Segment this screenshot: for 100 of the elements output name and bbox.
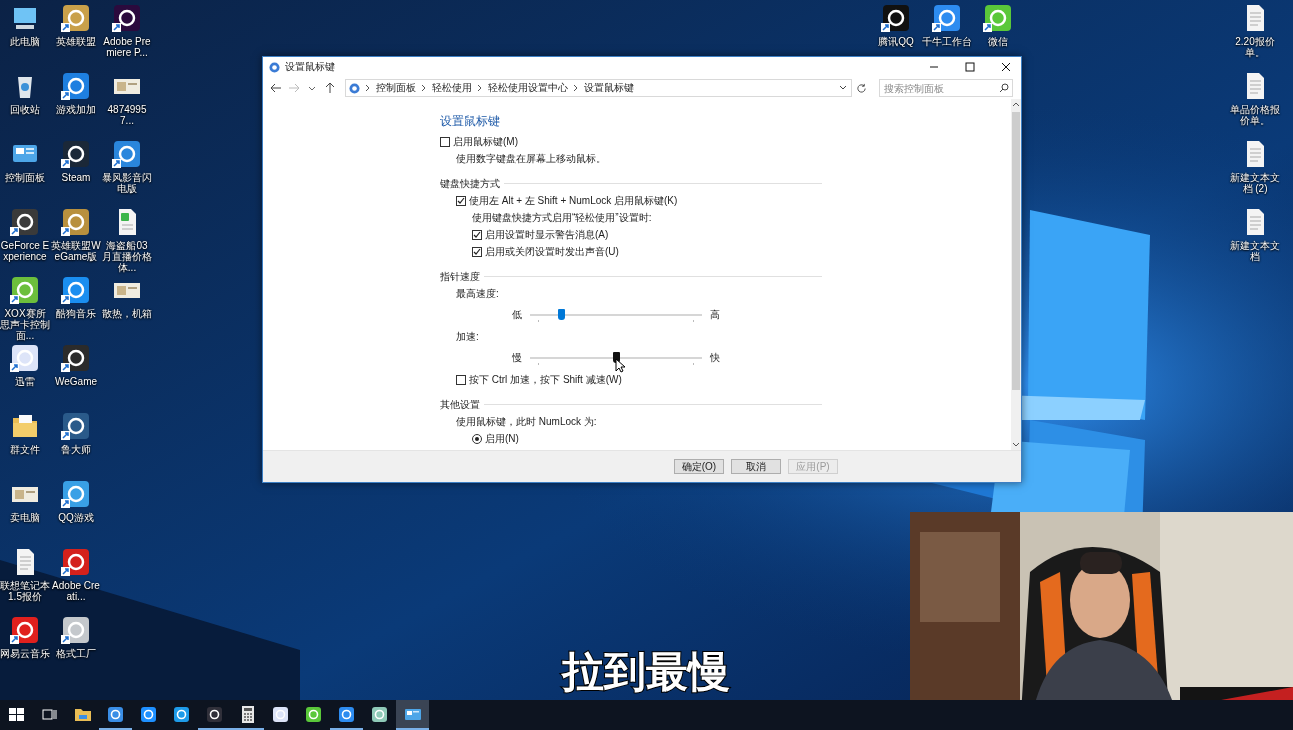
checkbox-label[interactable]: 启用设置时显示警告消息(A) bbox=[485, 227, 609, 242]
icon-label: 控制面板 bbox=[4, 172, 46, 183]
icon-label: GeForce Experience bbox=[0, 240, 50, 262]
slider[interactable] bbox=[530, 308, 702, 322]
app-icon[interactable] bbox=[983, 3, 1013, 33]
icon-label: 2.20报价单。 bbox=[1234, 36, 1276, 58]
radio-label[interactable]: 启用(N) bbox=[485, 431, 519, 446]
checkbox-label[interactable]: 按下 Ctrl 加速，按下 Shift 减速(W) bbox=[469, 372, 622, 387]
taskbar-button[interactable] bbox=[396, 700, 429, 730]
back-arrow-icon[interactable] bbox=[269, 81, 283, 95]
section-title: 指针速度 bbox=[440, 269, 480, 284]
icon-label: 卖电脑 bbox=[9, 512, 41, 523]
up-arrow-icon[interactable] bbox=[323, 81, 337, 95]
slider-max-label: 高 bbox=[709, 308, 721, 322]
section-title: 键盘快捷方式 bbox=[440, 176, 500, 191]
checkbox-label[interactable]: 使用左 Alt + 左 Shift + NumLock 启用鼠标键(K) bbox=[469, 193, 678, 208]
icon-label: 此电脑 bbox=[9, 36, 41, 47]
option-text: 加速: bbox=[456, 329, 479, 344]
mouse-cursor-icon bbox=[615, 358, 625, 373]
dialog-button[interactable]: 取消 bbox=[731, 459, 781, 474]
maximize-icon bbox=[962, 61, 977, 73]
control-panel-icon bbox=[269, 61, 280, 73]
chevron-icon bbox=[476, 83, 484, 93]
icon-label: 格式工厂 bbox=[55, 648, 97, 659]
app-icon[interactable] bbox=[61, 139, 91, 169]
icon-label: 英雄联盟 bbox=[55, 36, 97, 47]
checkbox[interactable] bbox=[472, 246, 482, 257]
slider-max-label: 快 bbox=[709, 351, 721, 365]
app-icon[interactable] bbox=[61, 411, 91, 441]
app-icon[interactable] bbox=[10, 343, 40, 373]
checkbox-label[interactable]: 启用鼠标键(M) bbox=[453, 134, 518, 149]
app-icon[interactable] bbox=[61, 615, 91, 645]
icon-label: XOX赛所思声卡控制面... bbox=[0, 308, 50, 341]
checkbox[interactable] bbox=[440, 136, 450, 147]
icon-label: 腾讯QQ bbox=[877, 36, 915, 47]
checkbox[interactable] bbox=[456, 195, 466, 206]
subtitle: 拉到最慢 bbox=[562, 648, 730, 695]
app-icon[interactable] bbox=[10, 615, 40, 645]
icon-label: 网易云音乐 bbox=[0, 648, 50, 659]
icon-label: 英雄联盟WeGame版 bbox=[51, 240, 101, 262]
icon-label: Steam bbox=[60, 172, 92, 183]
app-icon[interactable] bbox=[61, 343, 91, 373]
icon-label: 48749957... bbox=[106, 104, 148, 126]
breadcrumb[interactable]: 控制面板 bbox=[376, 81, 416, 95]
scrollbar[interactable] bbox=[1011, 99, 1021, 450]
app-icon[interactable] bbox=[112, 3, 142, 33]
option-text: 使用数字键盘在屏幕上移动鼠标。 bbox=[456, 151, 606, 166]
app-icon[interactable] bbox=[112, 139, 142, 169]
breadcrumb[interactable]: 轻松使用 bbox=[432, 81, 472, 95]
icon-label: 单品价格报价单。 bbox=[1230, 104, 1280, 126]
icon-label: 微信 bbox=[987, 36, 1009, 47]
slider-min-label: 慢 bbox=[511, 351, 523, 365]
icon-label: 新建文本文档 bbox=[1230, 240, 1280, 262]
app-icon[interactable] bbox=[10, 275, 40, 305]
app-icon[interactable] bbox=[61, 207, 91, 237]
icon-label: 暴风影音闪电版 bbox=[102, 172, 152, 194]
option-text: 使用键盘快捷方式启用“轻松使用”设置时: bbox=[472, 210, 652, 225]
option-text: 使用鼠标键，此时 NumLock 为: bbox=[456, 414, 597, 429]
address-bar[interactable]: 控制面板 轻松使用 轻松使用设置中心 设置鼠标键 bbox=[345, 79, 852, 97]
slider-thumb[interactable] bbox=[557, 309, 565, 320]
breadcrumb[interactable]: 设置鼠标键 bbox=[584, 81, 634, 95]
section-title: 其他设置 bbox=[440, 397, 480, 412]
icon-label: WeGame bbox=[53, 376, 99, 387]
chevron-icon bbox=[572, 83, 580, 93]
icon-label: 游戏加加 bbox=[55, 104, 97, 115]
icon-label: 迅雷 bbox=[14, 376, 36, 387]
icon-label: Adobe Premiere P... bbox=[102, 36, 152, 58]
radio-button[interactable] bbox=[472, 433, 482, 444]
icon-label: 联想笔记本1.5报价 bbox=[0, 580, 50, 602]
refresh-icon[interactable] bbox=[856, 82, 867, 94]
app-icon[interactable] bbox=[61, 479, 91, 509]
app-icon[interactable] bbox=[932, 3, 962, 33]
checkbox[interactable] bbox=[456, 374, 466, 385]
scrollbar-thumb[interactable] bbox=[1012, 112, 1020, 390]
breadcrumb[interactable]: 轻松使用设置中心 bbox=[488, 81, 568, 95]
checkbox-label[interactable]: 启用或关闭设置时发出声音(U) bbox=[485, 244, 619, 259]
app-icon[interactable] bbox=[10, 207, 40, 237]
app-icon[interactable] bbox=[61, 3, 91, 33]
icon-label: 鲁大师 bbox=[60, 444, 92, 455]
icon-label: Adobe Creati... bbox=[51, 580, 101, 602]
search-icon[interactable] bbox=[999, 83, 1009, 93]
checkbox[interactable] bbox=[472, 229, 482, 240]
icon-label: 新建文本文档 (2) bbox=[1230, 172, 1280, 194]
window-title: 设置鼠标键 bbox=[285, 60, 336, 74]
dialog-button[interactable]: 确定(O) bbox=[674, 459, 724, 474]
app-icon[interactable] bbox=[61, 547, 91, 577]
app-icon[interactable] bbox=[61, 275, 91, 305]
chevron-icon bbox=[364, 83, 372, 93]
option-text: 最高速度: bbox=[456, 286, 499, 301]
app-icon[interactable] bbox=[881, 3, 911, 33]
icon-label: 海盗船03月直播价格体... bbox=[102, 240, 152, 273]
app-icon[interactable] bbox=[61, 71, 91, 101]
icon-label: 千牛工作台 bbox=[922, 36, 972, 47]
chevron-icon bbox=[420, 83, 428, 93]
search-field[interactable]: 搜索控制面板 bbox=[879, 79, 1013, 97]
icon-label: QQ游戏 bbox=[57, 512, 95, 523]
icon-label: 酷狗音乐 bbox=[55, 308, 97, 319]
icon-label: 散热，机箱 bbox=[102, 308, 152, 319]
icon-label: 回收站 bbox=[9, 104, 41, 115]
control-panel-icon bbox=[349, 82, 360, 94]
